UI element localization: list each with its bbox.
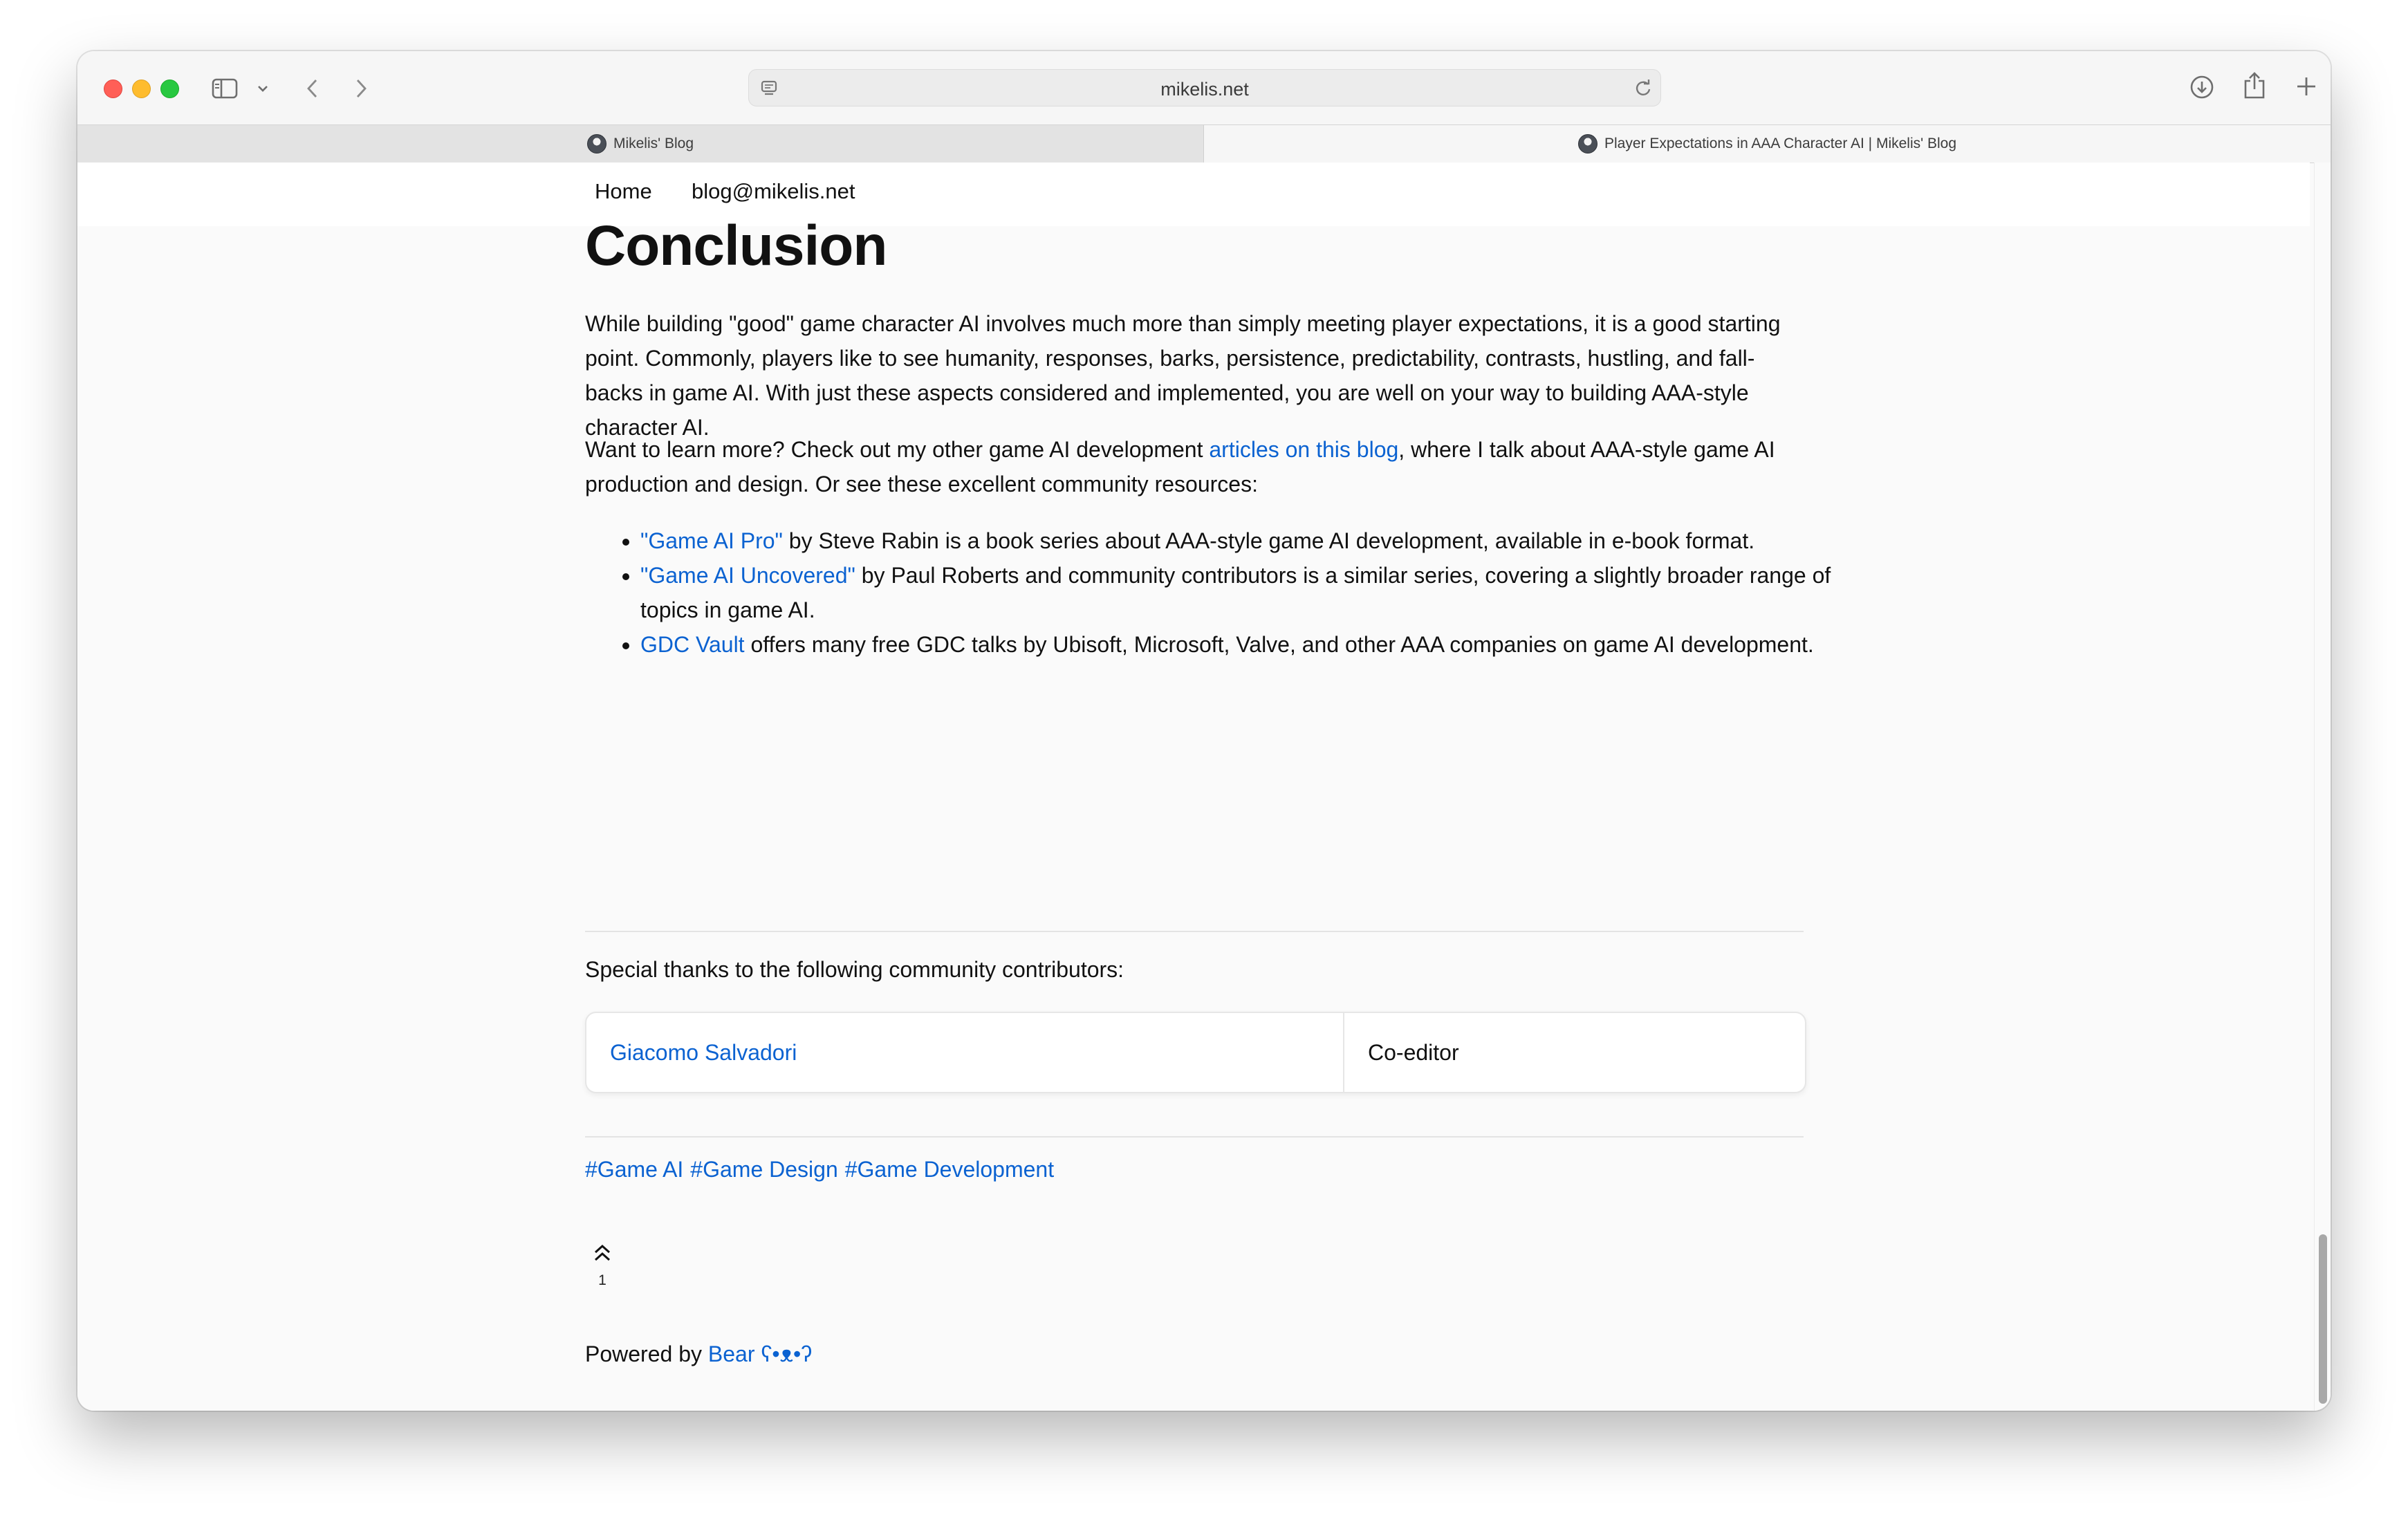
new-tab-icon[interactable] (2293, 73, 2319, 100)
powered-by: Powered by Bear ʕ•ᴥ•ʔ (585, 1337, 812, 1371)
close-window-button[interactable] (104, 80, 122, 98)
site-nav: Home blog@mikelis.net (77, 163, 2310, 226)
back-button[interactable] (300, 75, 325, 102)
list-item-text: by Steve Rabin is a book series about AA… (782, 528, 1755, 553)
minimize-window-button[interactable] (132, 80, 151, 98)
divider (585, 931, 1804, 932)
tag-list: #Game AI #Game Design #Game Development (585, 1157, 1061, 1182)
tab-label: Mikelis' Blog (613, 136, 694, 151)
zoom-window-button[interactable] (160, 80, 179, 98)
tag-link[interactable]: #Game Development (845, 1157, 1054, 1182)
conclusion-paragraph: While building "good" game character AI … (585, 311, 1781, 440)
tag-link[interactable]: #Game Design (690, 1157, 837, 1182)
table-cell: Co-editor (1368, 1039, 1459, 1065)
scrollbar[interactable] (2314, 163, 2331, 1411)
nav-email-link[interactable]: blog@mikelis.net (692, 179, 855, 204)
double-chevron-up-icon (594, 1244, 611, 1261)
tab-bar: Mikelis' Blog Player Expectations in AAA… (77, 124, 2331, 163)
game-ai-pro-link[interactable]: "Game AI Pro" (640, 528, 783, 553)
forward-button[interactable] (349, 75, 373, 102)
list-item: "Game AI Uncovered" by Paul Roberts and … (640, 558, 1859, 627)
learn-more-paragraph: Want to learn more? Check out my other g… (585, 432, 1804, 501)
powered-by-text: Powered by (585, 1342, 708, 1366)
site-favicon (586, 134, 606, 154)
articles-link[interactable]: articles on this blog (1209, 437, 1398, 462)
game-ai-uncovered-link[interactable]: "Game AI Uncovered" (640, 563, 855, 588)
address-bar[interactable]: mikelis.net (748, 69, 1661, 106)
upvote-count: 1 (598, 1272, 606, 1288)
site-favicon (1577, 134, 1597, 154)
divider (585, 1136, 1804, 1138)
list-item: "Game AI Pro" by Steve Rabin is a book s… (640, 523, 1859, 558)
tab-player-expectations[interactable]: Player Expectations in AAA Character AI … (1204, 125, 2331, 163)
thanks-text: Special thanks to the following communit… (585, 957, 1124, 982)
gdc-vault-link[interactable]: GDC Vault (640, 632, 745, 657)
url-text[interactable]: mikelis.net (749, 79, 1660, 100)
tag-link[interactable]: #Game AI (585, 1157, 683, 1182)
contributors-table: Giacomo Salvadori Co-editor (585, 1012, 1806, 1093)
browser-window: mikelis.net Mikelis' Blog Player Expecta… (77, 51, 2331, 1411)
bear-link[interactable]: Bear ʕ•ᴥ•ʔ (708, 1342, 812, 1366)
upvote-button[interactable]: 1 (585, 1243, 620, 1289)
tab-label: Player Expectations in AAA Character AI … (1604, 136, 1957, 151)
page-content: Home blog@mikelis.net Conclusion While b… (77, 163, 2310, 1411)
reload-icon[interactable] (1633, 77, 1654, 98)
browser-toolbar: mikelis.net (77, 51, 2331, 124)
sidebar-icon[interactable] (210, 76, 239, 101)
nav-home-link[interactable]: Home (595, 179, 652, 204)
contributor-link[interactable]: Giacomo Salvadori (610, 1040, 797, 1066)
list-item-text: offers many free GDC talks by Ubisoft, M… (744, 632, 1814, 657)
resources-list: "Game AI Pro" by Steve Rabin is a book s… (585, 523, 1859, 662)
paragraph-text: Want to learn more? Check out my other g… (585, 437, 1210, 462)
chevron-down-icon[interactable] (254, 80, 271, 97)
list-item: GDC Vault offers many free GDC talks by … (640, 627, 1859, 662)
section-heading: Conclusion (585, 214, 887, 277)
table-cell: Giacomo Salvadori (586, 1013, 1344, 1092)
tab-mikelis-blog[interactable]: Mikelis' Blog (77, 125, 1204, 163)
downloads-icon[interactable] (2188, 73, 2216, 101)
scrollbar-thumb[interactable] (2319, 1234, 2327, 1404)
share-icon[interactable] (2241, 71, 2268, 101)
